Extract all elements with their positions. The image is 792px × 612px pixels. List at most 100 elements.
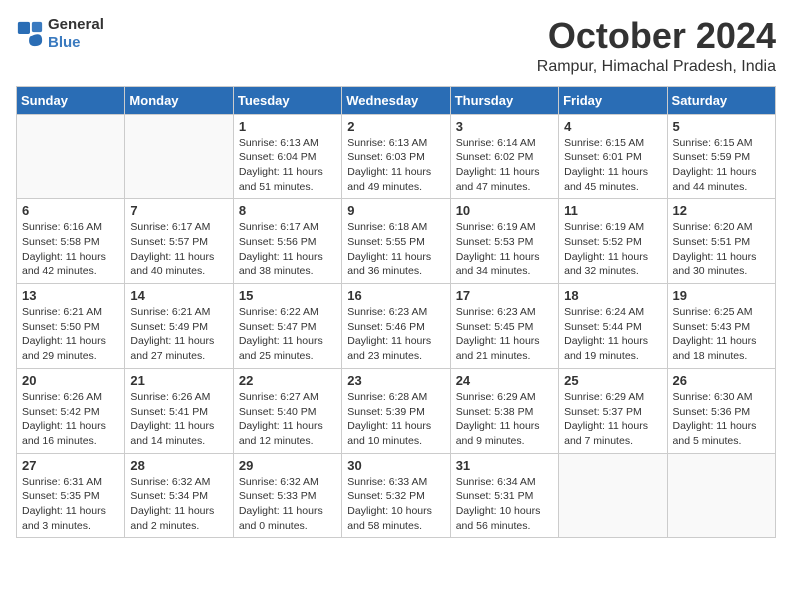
calendar-cell: 3 Sunrise: 6:14 AMSunset: 6:02 PMDaylight… bbox=[450, 114, 558, 199]
day-number: 1 bbox=[239, 119, 336, 134]
day-number: 23 bbox=[347, 373, 444, 388]
calendar-cell: 17Sunrise: 6:23 AMSunset: 5:45 PMDayligh… bbox=[450, 284, 558, 369]
day-info-line: Sunrise: 6:25 AM bbox=[673, 305, 770, 320]
day-number: 5 bbox=[673, 119, 770, 134]
day-info-line: Sunrise: 6:19 AM bbox=[456, 220, 553, 235]
day-number: 18 bbox=[564, 288, 661, 303]
weekday-header-wednesday: Wednesday bbox=[342, 86, 450, 114]
calendar-cell: 27Sunrise: 6:31 AMSunset: 5:35 PMDayligh… bbox=[17, 453, 125, 538]
day-info-line: Daylight: 11 hours and 14 minutes. bbox=[130, 419, 227, 448]
day-info-line: Sunset: 5:44 PM bbox=[564, 320, 661, 335]
day-info-line: Sunrise: 6:17 AM bbox=[239, 220, 336, 235]
day-info-line: Daylight: 11 hours and 3 minutes. bbox=[22, 504, 119, 533]
day-number: 3 bbox=[456, 119, 553, 134]
day-info-line: Daylight: 11 hours and 42 minutes. bbox=[22, 250, 119, 279]
calendar-cell bbox=[17, 114, 125, 199]
day-info-line: Sunrise: 6:14 AM bbox=[456, 136, 553, 151]
day-info-line: Daylight: 11 hours and 19 minutes. bbox=[564, 334, 661, 363]
day-info-line: Sunset: 6:02 PM bbox=[456, 150, 553, 165]
day-info-line: Daylight: 11 hours and 9 minutes. bbox=[456, 419, 553, 448]
day-info-line: Sunset: 5:31 PM bbox=[456, 489, 553, 504]
week-row-1: 1Sunrise: 6:13 AMSunset: 6:04 PMDaylight… bbox=[17, 114, 776, 199]
week-row-5: 27Sunrise: 6:31 AMSunset: 5:35 PMDayligh… bbox=[17, 453, 776, 538]
day-number: 27 bbox=[22, 458, 119, 473]
day-info-line: Sunrise: 6:32 AM bbox=[239, 475, 336, 490]
day-info-line: Daylight: 11 hours and 34 minutes. bbox=[456, 250, 553, 279]
day-number: 26 bbox=[673, 373, 770, 388]
day-info-line: Sunrise: 6:13 AM bbox=[347, 136, 444, 151]
calendar-cell: 1Sunrise: 6:13 AMSunset: 6:04 PMDaylight… bbox=[233, 114, 341, 199]
day-number: 10 bbox=[456, 203, 553, 218]
calendar-cell: 21Sunrise: 6:26 AMSunset: 5:41 PMDayligh… bbox=[125, 368, 233, 453]
day-number: 13 bbox=[22, 288, 119, 303]
day-info-line: Sunrise: 6:20 AM bbox=[673, 220, 770, 235]
calendar-cell: 13Sunrise: 6:21 AMSunset: 5:50 PMDayligh… bbox=[17, 284, 125, 369]
day-info-line: Daylight: 11 hours and 12 minutes. bbox=[239, 419, 336, 448]
day-info-line: Sunset: 5:40 PM bbox=[239, 405, 336, 420]
day-info-line: Sunset: 5:52 PM bbox=[564, 235, 661, 250]
calendar-cell bbox=[667, 453, 775, 538]
day-info-line: Sunrise: 6:15 AM bbox=[673, 136, 770, 151]
day-info-line: Daylight: 11 hours and 5 minutes. bbox=[673, 419, 770, 448]
day-info-line: Sunset: 5:58 PM bbox=[22, 235, 119, 250]
day-info-line: Sunset: 5:32 PM bbox=[347, 489, 444, 504]
day-info-line: Daylight: 11 hours and 32 minutes. bbox=[564, 250, 661, 279]
day-number: 20 bbox=[22, 373, 119, 388]
day-info-line: Sunset: 6:03 PM bbox=[347, 150, 444, 165]
day-number: 6 bbox=[22, 203, 119, 218]
calendar-cell: 11 Sunrise: 6:19 AMSunset: 5:52 PMDayligh… bbox=[559, 199, 667, 284]
calendar-cell bbox=[125, 114, 233, 199]
week-row-3: 13Sunrise: 6:21 AMSunset: 5:50 PMDayligh… bbox=[17, 284, 776, 369]
calendar-cell: 18Sunrise: 6:24 AMSunset: 5:44 PMDayligh… bbox=[559, 284, 667, 369]
day-info-line: Daylight: 11 hours and 51 minutes. bbox=[239, 165, 336, 194]
day-number: 11 bbox=[564, 203, 661, 218]
day-info-line: Daylight: 11 hours and 47 minutes. bbox=[456, 165, 553, 194]
day-info-line: Sunset: 5:46 PM bbox=[347, 320, 444, 335]
day-info-line: Daylight: 11 hours and 49 minutes. bbox=[347, 165, 444, 194]
day-info-line: Daylight: 10 hours and 56 minutes. bbox=[456, 504, 553, 533]
weekday-header-monday: Monday bbox=[125, 86, 233, 114]
day-number: 31 bbox=[456, 458, 553, 473]
calendar-cell: 28Sunrise: 6:32 AMSunset: 5:34 PMDayligh… bbox=[125, 453, 233, 538]
day-number: 2 bbox=[347, 119, 444, 134]
day-info-line: Sunset: 5:36 PM bbox=[673, 405, 770, 420]
day-number: 29 bbox=[239, 458, 336, 473]
day-info-line: Daylight: 11 hours and 18 minutes. bbox=[673, 334, 770, 363]
weekday-header-tuesday: Tuesday bbox=[233, 86, 341, 114]
calendar-cell: 7Sunrise: 6:17 AMSunset: 5:57 PMDaylight… bbox=[125, 199, 233, 284]
day-info-line: Daylight: 11 hours and 10 minutes. bbox=[347, 419, 444, 448]
day-info-line: Sunrise: 6:29 AM bbox=[456, 390, 553, 405]
day-info-line: Sunrise: 6:33 AM bbox=[347, 475, 444, 490]
day-info-line: Sunrise: 6:23 AM bbox=[456, 305, 553, 320]
calendar-cell: 19Sunrise: 6:25 AMSunset: 5:43 PMDayligh… bbox=[667, 284, 775, 369]
calendar-cell: 31Sunrise: 6:34 AMSunset: 5:31 PMDayligh… bbox=[450, 453, 558, 538]
day-info-line: Sunset: 5:38 PM bbox=[456, 405, 553, 420]
day-info-line: Sunset: 5:33 PM bbox=[239, 489, 336, 504]
day-info-line: Sunrise: 6:26 AM bbox=[130, 390, 227, 405]
day-info-line: Sunset: 5:56 PM bbox=[239, 235, 336, 250]
main-title: October 2024 bbox=[537, 16, 776, 56]
header: General Blue October 2024 Rampur, Himach… bbox=[16, 16, 776, 76]
weekday-header-friday: Friday bbox=[559, 86, 667, 114]
day-info-line: Daylight: 11 hours and 21 minutes. bbox=[456, 334, 553, 363]
calendar-cell: 14Sunrise: 6:21 AMSunset: 5:49 PMDayligh… bbox=[125, 284, 233, 369]
day-info-line: Sunrise: 6:23 AM bbox=[347, 305, 444, 320]
day-info-line: Sunrise: 6:32 AM bbox=[130, 475, 227, 490]
day-info-line: Sunset: 5:47 PM bbox=[239, 320, 336, 335]
calendar-cell: 6Sunrise: 6:16 AMSunset: 5:58 PMDaylight… bbox=[17, 199, 125, 284]
day-info-line: Sunrise: 6:19 AM bbox=[564, 220, 661, 235]
day-info-line: Sunrise: 6:26 AM bbox=[22, 390, 119, 405]
day-info-line: Sunset: 5:43 PM bbox=[673, 320, 770, 335]
day-info-line: Sunset: 5:39 PM bbox=[347, 405, 444, 420]
day-info-line: Sunrise: 6:17 AM bbox=[130, 220, 227, 235]
calendar-cell: 10 Sunrise: 6:19 AMSunset: 5:53 PMDayligh… bbox=[450, 199, 558, 284]
weekday-row: SundayMondayTuesdayWednesdayThursdayFrid… bbox=[17, 86, 776, 114]
day-info-line: Daylight: 11 hours and 27 minutes. bbox=[130, 334, 227, 363]
day-info-line: Sunset: 5:59 PM bbox=[673, 150, 770, 165]
day-info-line: Sunset: 5:51 PM bbox=[673, 235, 770, 250]
day-info-line: Sunset: 6:01 PM bbox=[564, 150, 661, 165]
day-number: 14 bbox=[130, 288, 227, 303]
calendar-cell bbox=[559, 453, 667, 538]
day-number: 17 bbox=[456, 288, 553, 303]
day-info-line: Sunset: 5:53 PM bbox=[456, 235, 553, 250]
